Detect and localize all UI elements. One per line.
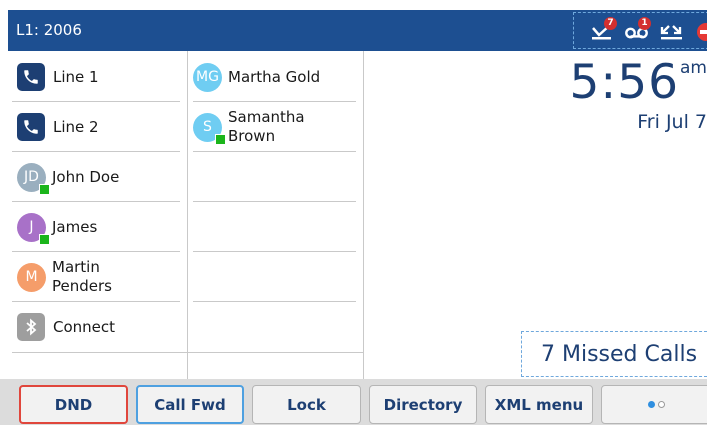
more-softkey[interactable] (601, 385, 707, 424)
line-key-martin-penders[interactable]: M Martin Penders (17, 252, 181, 302)
voicemail-badge: 1 (638, 17, 651, 30)
column-divider (363, 51, 364, 379)
call-history-icon[interactable] (660, 24, 682, 40)
presence-indicator (215, 133, 226, 145)
directory-softkey[interactable]: Directory (369, 385, 477, 424)
avatar-initials: J (29, 219, 34, 235)
line-key-samantha-brown[interactable]: S Samantha Brown (193, 102, 357, 152)
status-icons-area[interactable]: 7 1 (573, 12, 707, 49)
contact-name-line1: Martin (52, 258, 100, 276)
line-key-john-doe[interactable]: JD John Doe (17, 152, 181, 202)
line-key-line2[interactable]: Line 2 (17, 102, 181, 152)
page-indicator (647, 401, 665, 408)
line-key-label: Connect (53, 317, 116, 336)
column-divider (187, 51, 188, 379)
line-key-line1[interactable]: Line 1 (17, 52, 181, 102)
avatar: JD (17, 162, 50, 195)
page-dot-inactive (657, 401, 665, 408)
missed-calls-badge: 7 (604, 17, 617, 30)
clock-ampm: am (680, 58, 707, 78)
contact-name: Martha Gold (228, 67, 321, 86)
avatar: MG (193, 62, 222, 92)
missed-calls-notification[interactable]: 7 Missed Calls (521, 331, 707, 377)
avatar: J (17, 212, 50, 245)
contact-name-line2: Penders (52, 277, 112, 295)
line-key-label: Line 1 (53, 67, 99, 86)
missed-calls-icon[interactable]: 7 (591, 17, 617, 40)
avatar-initials: S (203, 119, 212, 135)
softkey-bar: DND Call Fwd Lock Directory XML menu (0, 379, 707, 425)
line-key-label: Line 2 (53, 117, 99, 136)
contact-name: John Doe (52, 167, 120, 186)
presence-indicator (39, 233, 50, 245)
avatar-initials: MG (196, 69, 219, 85)
avatar-initials: JD (24, 169, 39, 185)
xml-menu-softkey[interactable]: XML menu (485, 385, 593, 424)
avatar-initials: M (25, 269, 38, 285)
page-dot-active (647, 401, 655, 408)
avatar: M (17, 262, 46, 292)
line-label: L1: 2006 (16, 21, 82, 39)
avatar: S (193, 112, 226, 145)
presence-indicator (39, 183, 50, 195)
missed-calls-text: 7 Missed Calls (541, 341, 698, 367)
bluetooth-icon (17, 313, 45, 341)
contact-name: James (52, 217, 98, 236)
line-key-empty[interactable] (193, 202, 357, 252)
phone-icon (17, 63, 45, 91)
contact-name: Samantha Brown (228, 108, 305, 146)
line-key-empty[interactable] (193, 302, 357, 352)
clock-date: Fri Jul 7 (637, 111, 707, 133)
call-fwd-softkey[interactable]: Call Fwd (136, 385, 244, 424)
clock-time: 5:56 (569, 55, 679, 110)
lock-softkey[interactable]: Lock (252, 385, 361, 424)
voicemail-icon[interactable]: 1 (625, 17, 651, 40)
contact-name-line1: Samantha (228, 108, 305, 126)
line-key-empty[interactable] (193, 152, 357, 202)
phone-icon (17, 113, 45, 141)
line-key-martha-gold[interactable]: MG Martha Gold (193, 52, 357, 102)
contact-name: Martin Penders (52, 258, 112, 296)
contact-name-line2: Brown (228, 127, 276, 145)
status-bar: L1: 2006 7 1 (8, 10, 707, 51)
dnd-softkey[interactable]: DND (19, 385, 128, 424)
dnd-status-icon (697, 23, 707, 41)
line-key-bluetooth-connect[interactable]: Connect (17, 302, 181, 352)
line-key-james[interactable]: J James (17, 202, 181, 252)
divider (12, 352, 363, 353)
line-key-empty[interactable] (193, 252, 357, 302)
